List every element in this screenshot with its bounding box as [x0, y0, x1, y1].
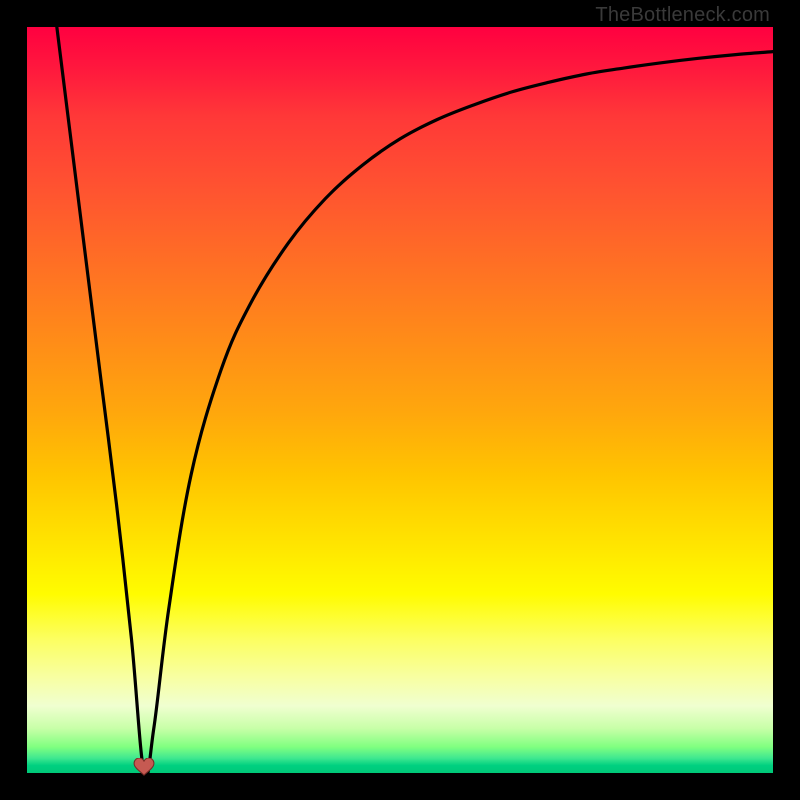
chart-frame — [27, 27, 773, 773]
attribution-watermark: TheBottleneck.com — [595, 4, 770, 27]
bottleneck-curve — [27, 27, 773, 773]
minimum-marker-heart-icon — [133, 758, 155, 776]
plot-area — [27, 27, 773, 773]
